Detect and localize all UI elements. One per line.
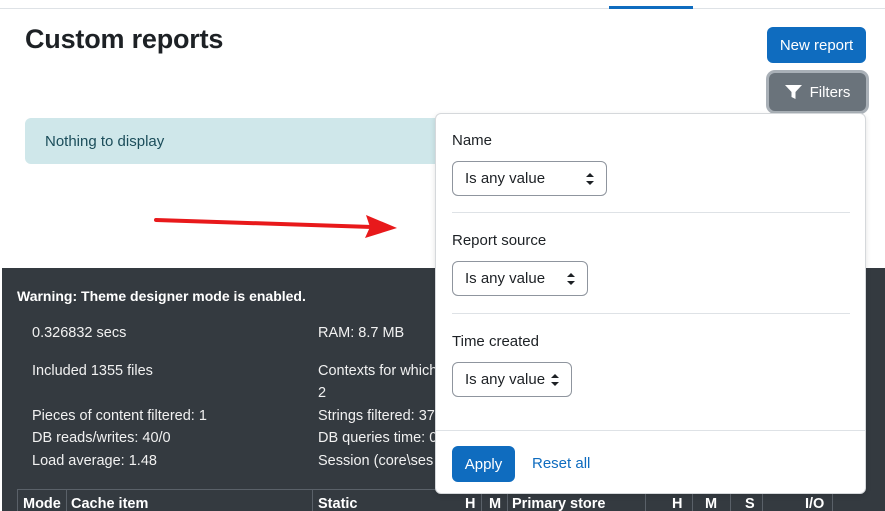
- perf-session: Session (core\ses: [318, 453, 434, 469]
- reset-all-link[interactable]: Reset all: [532, 455, 590, 472]
- filter-report-source-label: Report source: [452, 232, 547, 249]
- table-header-primary-store: Primary store: [512, 496, 606, 511]
- perf-db-queries: DB queries time: 0: [318, 430, 438, 446]
- perf-time: 0.326832 secs: [32, 325, 127, 341]
- empty-message: Nothing to display: [25, 118, 465, 164]
- perf-included-files: Included 1355 files: [32, 363, 153, 379]
- active-tab-indicator: [609, 6, 693, 9]
- perf-db-reads: DB reads/writes: 40/0: [32, 430, 171, 446]
- table-header-h2: H: [672, 496, 683, 511]
- filter-time-created-select-value: Is any value: [465, 371, 546, 388]
- table-header-s: S: [745, 496, 755, 511]
- table-header-h1: H: [465, 496, 476, 511]
- filter-time-created-label: Time created: [452, 333, 539, 350]
- filter-footer-divider: [436, 430, 865, 431]
- table-header-m2: M: [705, 496, 718, 511]
- filters-dropdown: Name Is any value Report source Is any v…: [435, 113, 866, 494]
- filter-icon: [784, 84, 802, 99]
- page-title: Custom reports: [25, 24, 224, 54]
- table-header-mode: Mode: [23, 496, 61, 511]
- perf-contexts: Contexts for which: [318, 363, 438, 379]
- theme-designer-warning: Warning: Theme designer mode is enabled.: [17, 288, 306, 304]
- filter-time-created-select[interactable]: Is any value: [452, 362, 572, 397]
- select-caret-icon: [567, 273, 575, 285]
- filters-button-label: Filters: [809, 83, 851, 101]
- filter-divider: [452, 212, 850, 213]
- table-header-static: Static: [318, 496, 358, 511]
- perf-strings-filtered: Strings filtered: 37: [318, 408, 435, 424]
- filter-report-source-select-value: Is any value: [465, 270, 546, 287]
- table-header-io: I/O: [805, 496, 825, 511]
- annotation-arrow-icon: [154, 215, 397, 238]
- filter-name-label: Name: [452, 132, 493, 149]
- filter-name-select-value: Is any value: [465, 170, 546, 187]
- perf-contexts-count: 2: [318, 385, 327, 401]
- table-header-cache-item: Cache item: [71, 496, 149, 511]
- filter-report-source-select[interactable]: Is any value: [452, 261, 588, 296]
- table-header-m1: M: [489, 496, 502, 511]
- new-report-button[interactable]: New report: [767, 27, 866, 63]
- top-border: [0, 8, 885, 9]
- filter-name-select[interactable]: Is any value: [452, 161, 607, 196]
- perf-pieces-filtered: Pieces of content filtered: 1: [32, 408, 207, 424]
- select-caret-icon: [551, 374, 559, 386]
- perf-load-average: Load average: 1.48: [32, 453, 157, 469]
- filters-button[interactable]: Filters: [769, 73, 866, 111]
- apply-button[interactable]: Apply: [452, 446, 515, 482]
- select-caret-icon: [586, 173, 594, 185]
- perf-ram: RAM: 8.7 MB: [318, 325, 405, 341]
- filter-divider: [452, 313, 850, 314]
